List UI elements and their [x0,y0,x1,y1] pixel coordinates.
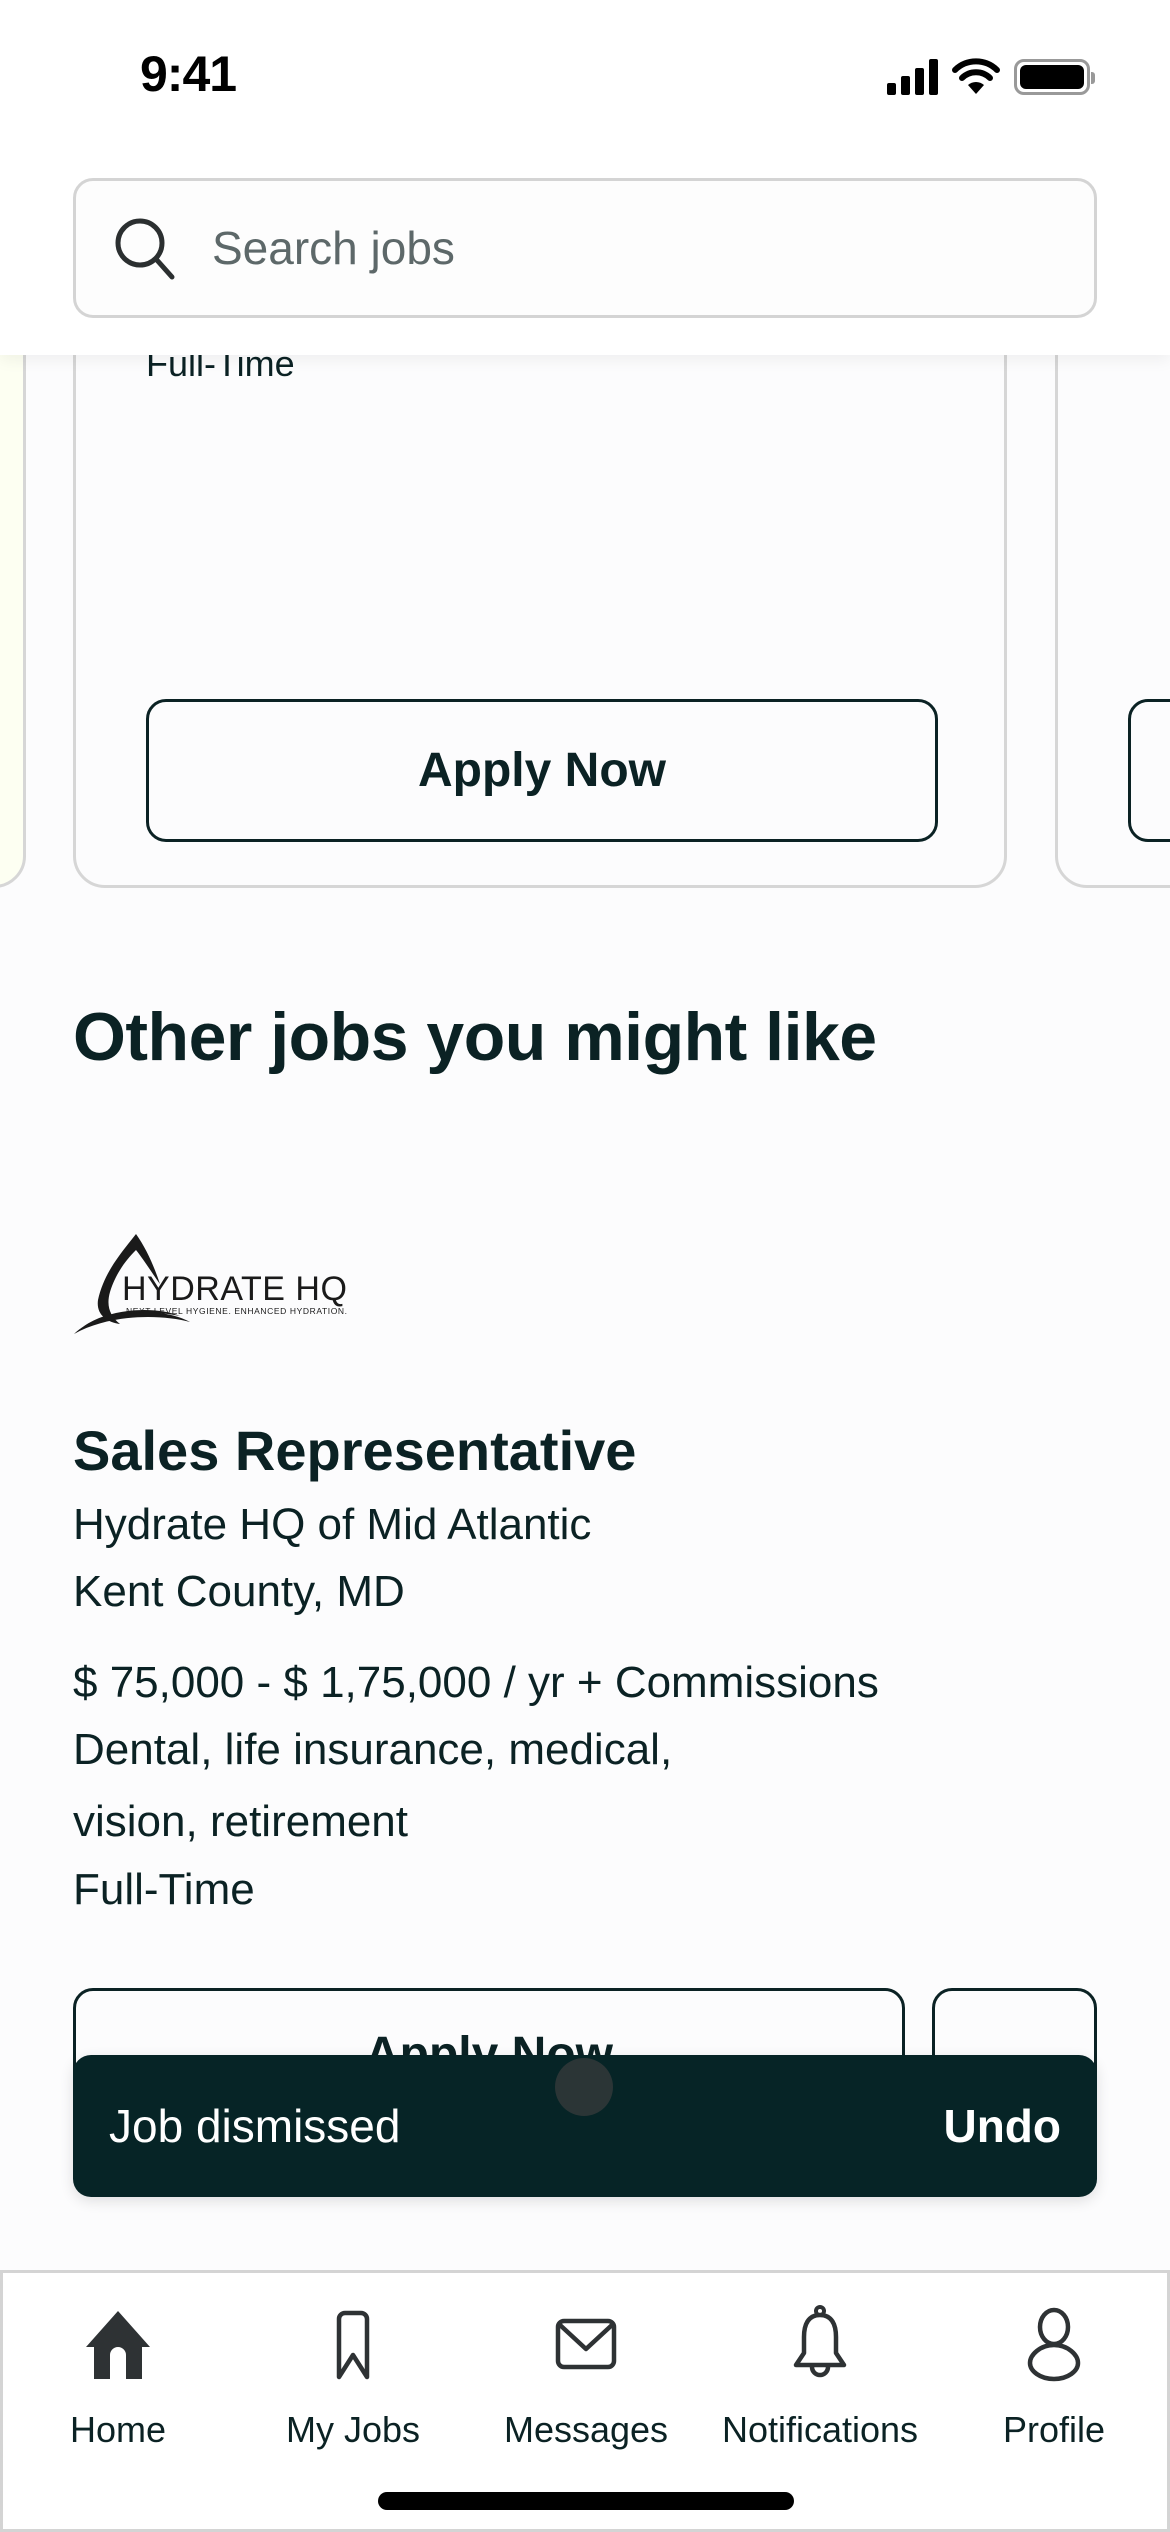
header: 9:41 [0,0,1170,355]
tab-notifications[interactable]: Notifications [705,2303,935,2453]
bell-icon [793,2305,847,2378]
job-location: Kent County, MD [73,1567,405,1616]
home-icon [86,2311,150,2379]
search-box[interactable] [73,178,1097,318]
next-card-apply-button[interactable] [1128,699,1170,842]
job-benefits-line-2: vision, retirement [73,1797,409,1846]
search-input[interactable] [212,221,1012,275]
tab-messages[interactable]: Messages [471,2303,701,2453]
wifi-icon [952,58,1000,94]
status-time: 9:41 [140,46,237,102]
svg-text:NEXT LEVEL HYGIENE. ENHANCED H: NEXT LEVEL HYGIENE. ENHANCED HYDRATION. [126,1306,348,1316]
tab-label: Notifications [721,2409,919,2450]
card-apply-now-button[interactable]: Apply Now [146,699,938,842]
job-salary: $ 75,000 - $ 1,75,000 / yr + Commissions [73,1658,879,1707]
bookmark-icon [336,2310,370,2380]
tab-label: My Jobs [285,2409,421,2450]
hydrate-hq-logo-icon: HYDRATE HQ NEXT LEVEL HYGIENE. ENHANCED … [74,1234,348,1334]
tab-profile[interactable]: Profile [939,2303,1169,2453]
tab-label: Home [69,2409,167,2450]
toast-message: Job dismissed [109,2100,401,2152]
person-icon [1027,2307,1081,2382]
job-type: Full-Time [73,1865,255,1914]
job-company: Hydrate HQ of Mid Atlantic [73,1500,592,1549]
envelope-icon [555,2318,617,2370]
search-icon [115,218,175,280]
company-logo: HYDRATE HQ NEXT LEVEL HYGIENE. ENHANCED … [70,1222,390,1342]
tab-my-jobs[interactable]: My Jobs [238,2303,468,2453]
tab-label: Profile [1002,2409,1106,2450]
undo-button[interactable]: Undo [943,2099,1061,2153]
job-benefits-line-1: Dental, life insurance, medical, [73,1725,673,1774]
tab-home[interactable]: Home [3,2303,233,2453]
status-icons [887,58,1095,96]
section-title: Other jobs you might like [73,999,877,1075]
svg-text:HYDRATE HQ: HYDRATE HQ [122,1270,347,1308]
touch-indicator [555,2058,613,2116]
job-title[interactable]: Sales Representative [73,1418,636,1483]
cellular-signal-icon [887,59,938,95]
battery-icon [1014,59,1095,95]
tab-label: Messages [503,2409,669,2450]
home-indicator[interactable] [378,2492,794,2510]
